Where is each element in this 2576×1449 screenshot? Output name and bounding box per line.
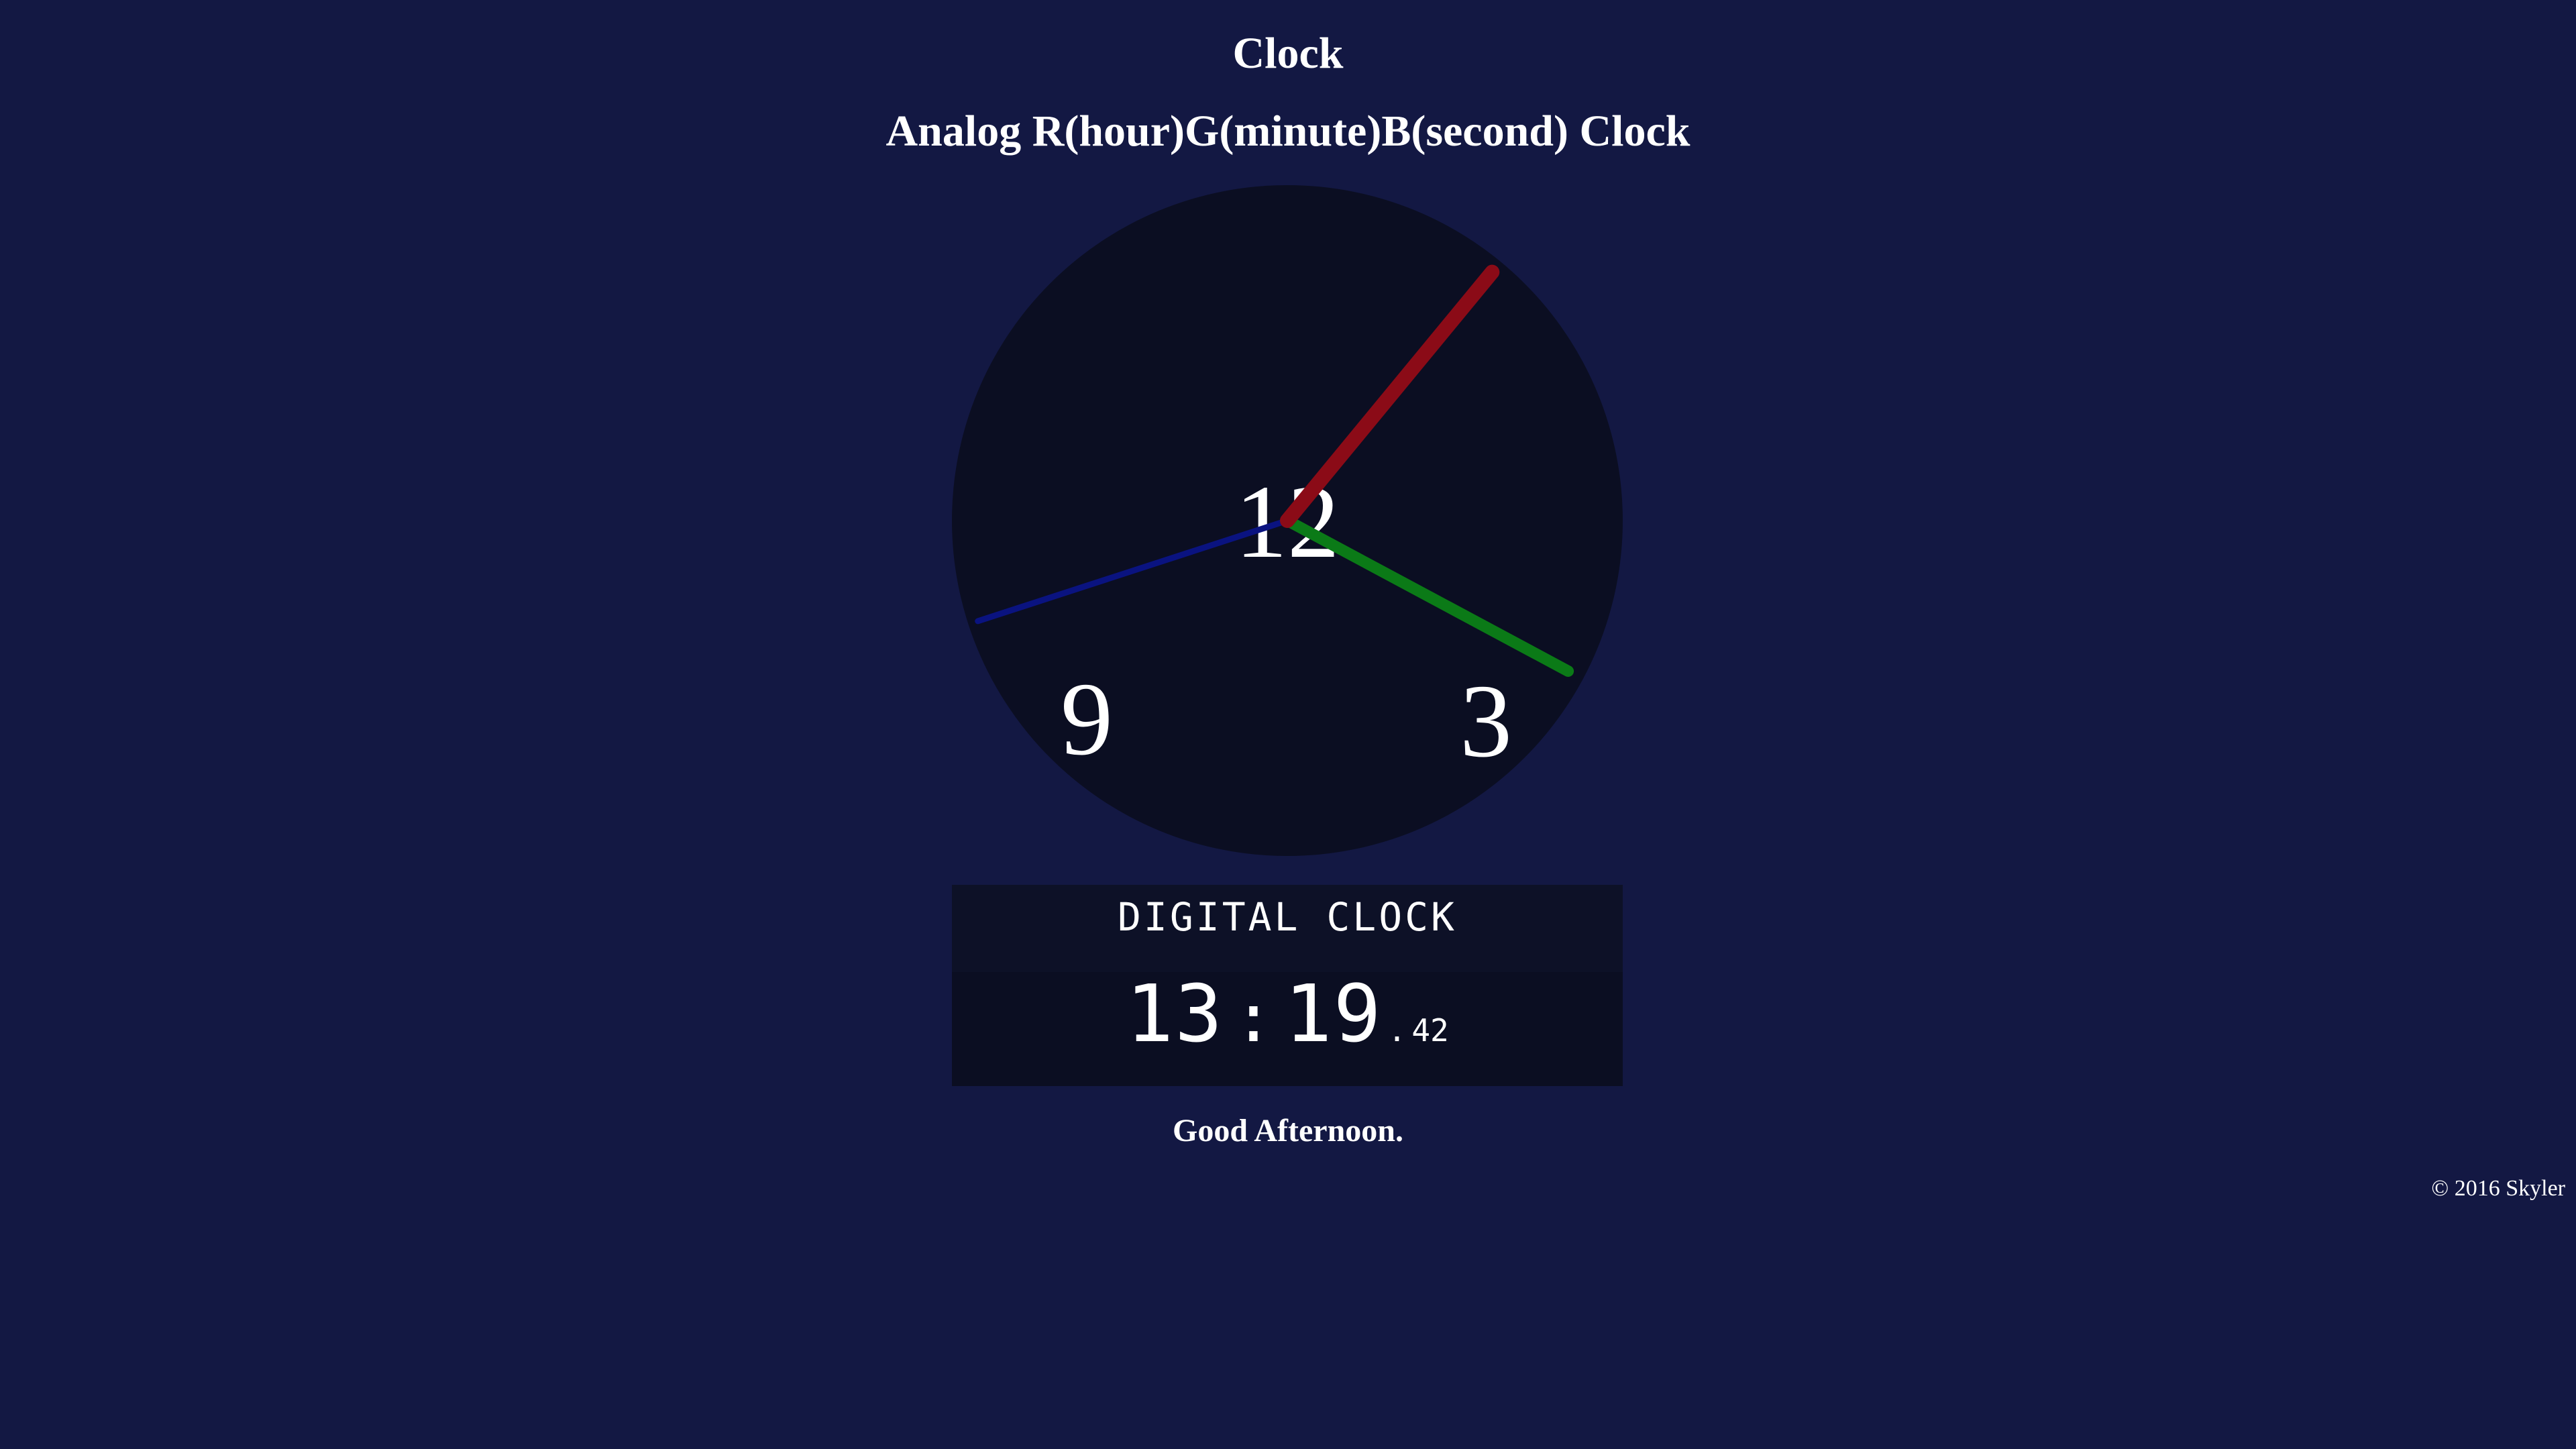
- analog-clock-subtitle: Analog R(hour)G(minute)B(second) Clock: [885, 107, 1690, 156]
- digital-separator: :: [1233, 979, 1275, 1057]
- page-title: Clock: [1232, 29, 1344, 78]
- numeral-3: 3: [1460, 663, 1512, 779]
- digital-seconds-separator: .: [1387, 1012, 1407, 1049]
- digital-seconds: 42: [1411, 1012, 1449, 1049]
- clock-page: Clock Analog R(hour)G(minute)B(second) C…: [0, 0, 2576, 1449]
- digital-hours: 13: [1126, 967, 1224, 1060]
- digital-clock: DIGITAL CLOCK 13:19. 42: [952, 885, 1623, 1086]
- digital-clock-time: 13:19. 42: [952, 972, 1623, 1086]
- digital-clock-header: DIGITAL CLOCK: [952, 885, 1623, 972]
- analog-clock: 12 3 6 9: [952, 185, 1623, 856]
- greeting-text: Good Afternoon.: [1172, 1113, 1403, 1148]
- numeral-9: 9: [1061, 661, 1113, 777]
- digital-minutes: 19: [1284, 967, 1383, 1060]
- analog-clock-svg: 12 3 6 9: [952, 185, 1623, 856]
- copyright-text: © 2016 Skyler: [2431, 1176, 2565, 1201]
